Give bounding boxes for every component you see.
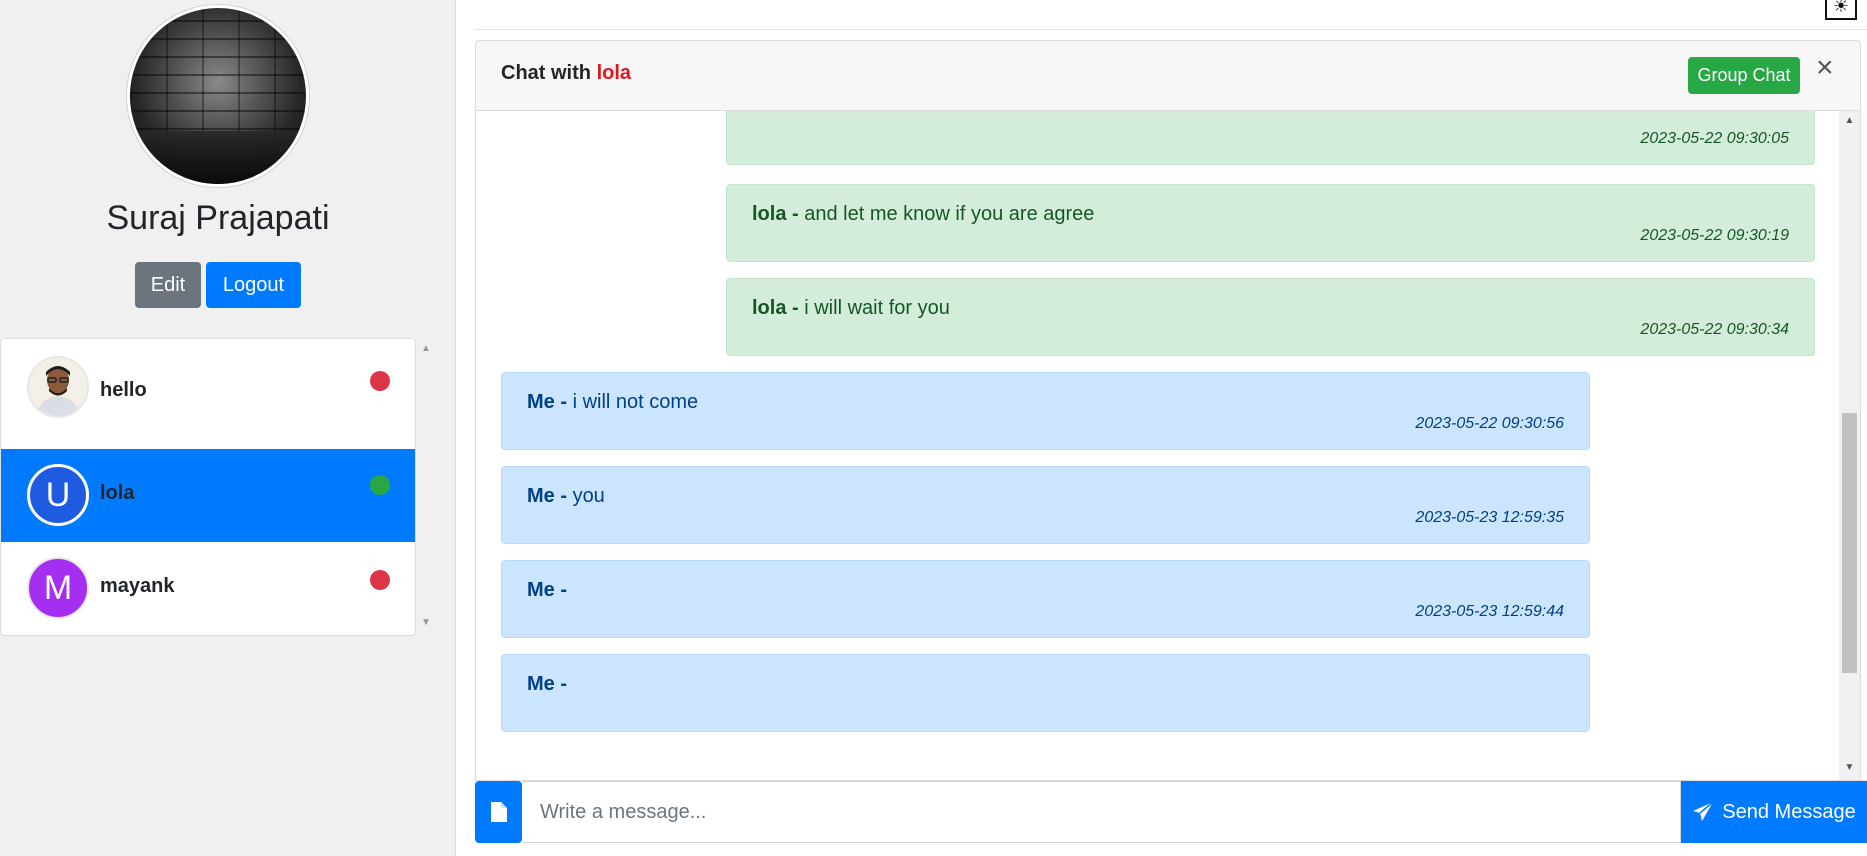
message-sender: lola - (752, 297, 799, 319)
message-input[interactable] (522, 781, 1681, 843)
message-line: lola - and let me know if you are agree (752, 203, 1094, 226)
status-online-dot (370, 475, 390, 495)
message-composer: Send Message (475, 780, 1867, 843)
sidebar: Suraj Prajapati Edit Logout hello U lola… (0, 0, 456, 856)
person-photo-icon (29, 358, 87, 416)
chat-card: Chat with lola Group Chat × 2023-05-22 0… (475, 40, 1861, 782)
message-text: and let me know if you are agree (804, 203, 1095, 225)
scroll-up-icon[interactable]: ▲ (1843, 115, 1856, 126)
message-sender: Me - (527, 579, 567, 601)
message-outgoing: Me - 2023-05-23 12:59:44 (501, 560, 1590, 638)
scrollbar-thumb[interactable] (1842, 413, 1857, 673)
message-time: 2023-05-22 09:30:34 (1640, 321, 1789, 338)
user-name: hello (100, 379, 147, 401)
message-outgoing: Me - i will not come 2023-05-22 09:30:56 (501, 372, 1590, 450)
send-message-button[interactable]: Send Message (1681, 781, 1867, 843)
profile-avatar-floor (130, 131, 306, 184)
user-avatar-photo (27, 356, 89, 418)
message-outgoing: Me - you 2023-05-23 12:59:35 (501, 466, 1590, 544)
message-list: 2023-05-22 09:30:05 lola - and let me kn… (476, 111, 1839, 781)
paper-plane-icon (1693, 801, 1714, 821)
user-item-lola[interactable]: U lola (1, 449, 415, 542)
sun-icon: ☀ (1832, 0, 1850, 16)
user-item-mayank[interactable]: M mayank (1, 542, 415, 635)
chat-header: Chat with lola Group Chat × (476, 41, 1860, 111)
user-avatar-letter: U (27, 464, 89, 526)
list-scroll-down-icon[interactable]: ▼ (420, 618, 432, 628)
user-list: hello U lola M mayank (0, 338, 416, 636)
user-name: lola (100, 482, 135, 504)
message-sender: lola - (752, 203, 799, 225)
message-text: you (572, 485, 605, 507)
message-time: 2023-05-23 12:59:35 (1415, 509, 1564, 526)
chat-title-user: lola (596, 62, 632, 84)
message-sender: Me - (527, 391, 567, 413)
logout-button[interactable]: Logout (206, 262, 301, 308)
message-incoming: 2023-05-22 09:30:05 (726, 111, 1815, 165)
message-text: i will not come (572, 391, 699, 413)
top-divider (474, 29, 1867, 30)
chat-title: Chat with lola (501, 62, 631, 85)
message-line: Me - i will not come (527, 391, 698, 414)
message-text: i will wait for you (804, 297, 950, 319)
profile-avatar (127, 5, 309, 187)
message-sender: Me - (527, 673, 567, 695)
status-offline-dot (370, 570, 390, 590)
message-incoming: lola - and let me know if you are agree … (726, 184, 1815, 262)
message-sender: Me - (527, 485, 567, 507)
group-chat-button[interactable]: Group Chat (1688, 57, 1800, 94)
user-avatar-letter: M (27, 557, 89, 619)
profile-name: Suraj Prajapati (106, 199, 330, 237)
status-offline-dot (370, 371, 390, 391)
message-time: 2023-05-22 09:30:19 (1640, 227, 1789, 244)
chat-title-prefix: Chat with (501, 62, 591, 84)
file-icon (490, 802, 507, 822)
theme-toggle-button[interactable]: ☀ (1825, 0, 1857, 20)
close-icon[interactable]: × (1816, 53, 1834, 83)
list-scroll-up-icon[interactable]: ▲ (420, 344, 432, 354)
message-time: 2023-05-22 09:30:05 (1640, 130, 1789, 147)
message-time: 2023-05-22 09:30:56 (1415, 415, 1564, 432)
message-outgoing: Me - (501, 654, 1590, 732)
user-name: mayank (100, 575, 175, 597)
attach-file-button[interactable] (475, 781, 522, 843)
edit-button[interactable]: Edit (135, 262, 201, 308)
message-line: Me - (527, 673, 567, 696)
chat-scrollbar[interactable]: ▲ ▼ (1839, 111, 1860, 781)
message-line: lola - i will wait for you (752, 297, 950, 320)
message-incoming: lola - i will wait for you 2023-05-22 09… (726, 278, 1815, 356)
scroll-down-icon[interactable]: ▼ (1843, 762, 1856, 773)
message-line: Me - (527, 579, 567, 602)
message-time: 2023-05-23 12:59:44 (1415, 603, 1564, 620)
send-label: Send Message (1722, 800, 1856, 823)
message-line: Me - you (527, 485, 605, 508)
user-item-hello[interactable]: hello (1, 339, 415, 439)
